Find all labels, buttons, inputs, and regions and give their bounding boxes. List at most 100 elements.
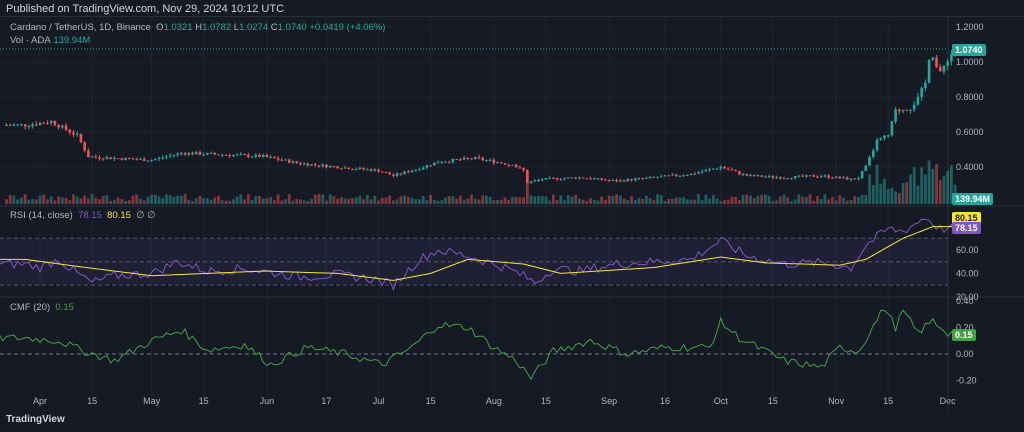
volume-bar	[838, 195, 842, 204]
candle	[183, 152, 187, 155]
candle	[838, 176, 842, 179]
candle	[459, 159, 462, 161]
candle	[27, 126, 31, 128]
volume-bar	[202, 198, 206, 204]
candle	[198, 152, 202, 155]
candle	[328, 165, 332, 168]
cmf-tick-label: -0.20	[956, 376, 977, 386]
volume-bar	[68, 200, 72, 204]
volume-bar	[923, 174, 927, 204]
candle	[213, 152, 217, 155]
candle	[436, 162, 440, 164]
candle	[354, 169, 358, 171]
open-label: O	[156, 22, 164, 33]
candle	[916, 96, 920, 105]
volume-bar	[723, 199, 726, 204]
candle	[831, 177, 834, 179]
volume-bar	[477, 199, 481, 204]
candle	[418, 169, 421, 171]
volume-bar	[890, 187, 894, 204]
x-tick-label: Apr	[33, 396, 47, 406]
volume-bar	[213, 197, 217, 204]
candle	[909, 109, 912, 111]
volume-bar	[652, 199, 656, 204]
candle	[31, 124, 34, 127]
tradingview-logo[interactable]: TradingView	[6, 414, 65, 425]
volume-bar	[827, 199, 831, 204]
candle	[927, 59, 931, 83]
volume-bar	[451, 196, 455, 204]
volume-bar	[611, 195, 615, 204]
volume-bar	[644, 195, 648, 204]
volume-bar	[310, 198, 313, 204]
volume-bar	[656, 194, 659, 204]
rsi-tag: 78.15	[952, 222, 981, 234]
volume-bar	[752, 198, 756, 204]
volume-bar	[857, 197, 860, 204]
candle	[898, 109, 901, 112]
x-tick-label: 15	[541, 396, 551, 406]
volume-bar	[816, 196, 819, 204]
volume-bar	[853, 196, 857, 204]
candle	[477, 156, 481, 158]
volume-bar	[362, 199, 366, 204]
candle	[306, 163, 310, 166]
x-tick-label: Sep	[601, 396, 617, 406]
cmf-tag: 0.15	[952, 329, 976, 341]
volume-bar	[90, 194, 94, 204]
main-legend: Cardano / TetherUS, 1D, Binance O1.0321 …	[10, 21, 385, 47]
volume-bar	[503, 197, 507, 204]
volume-bar	[529, 195, 533, 204]
candle	[250, 156, 254, 158]
candle	[652, 176, 656, 178]
candle	[455, 158, 458, 160]
volume-bar	[83, 195, 87, 204]
volume-bar	[938, 179, 942, 204]
volume-bar	[514, 196, 518, 204]
candle	[697, 172, 700, 174]
volume-bar	[20, 197, 23, 204]
symbol-label[interactable]: Cardano / TetherUS, 1D, Binance	[10, 22, 151, 33]
volume-label[interactable]: Vol · ADA	[10, 35, 51, 46]
footer-brand: TradingView	[6, 414, 65, 425]
candle	[924, 82, 927, 89]
volume-bar	[875, 164, 879, 204]
x-tick-label: 15	[199, 396, 209, 406]
volume-bar	[585, 200, 589, 204]
candle	[23, 124, 27, 127]
candle	[347, 167, 351, 170]
price-tag: 1.0740	[952, 44, 986, 56]
volume-bar	[693, 199, 697, 204]
candle	[310, 164, 313, 166]
candle	[678, 175, 682, 177]
candle	[920, 88, 923, 97]
candle	[280, 159, 284, 161]
volume-bar	[113, 199, 116, 204]
candle	[228, 155, 232, 157]
rsi-tick-label: 60.00	[956, 245, 979, 255]
volume-bar	[511, 196, 514, 204]
candle	[503, 163, 507, 165]
volume-bar	[191, 200, 194, 204]
candle	[563, 178, 566, 180]
candle	[157, 157, 161, 160]
candle	[299, 162, 302, 165]
candle	[325, 164, 328, 168]
candle	[749, 175, 752, 177]
volume-bar	[525, 174, 529, 204]
cmf-label[interactable]: CMF (20)	[10, 302, 50, 313]
volume-bar	[57, 196, 60, 204]
volume-bar	[719, 200, 723, 204]
cmf-legend: CMF (20) 0.15	[10, 302, 74, 313]
candle	[912, 104, 916, 110]
volume-bar	[299, 199, 302, 204]
candle	[433, 162, 436, 166]
candle	[336, 166, 339, 169]
candle	[388, 172, 391, 175]
candle	[206, 152, 209, 155]
rsi-label[interactable]: RSI (14, close)	[10, 210, 73, 221]
x-tick-label: 17	[321, 396, 331, 406]
volume-bar	[775, 200, 778, 204]
volume-bar	[905, 182, 909, 204]
candle	[481, 157, 484, 161]
